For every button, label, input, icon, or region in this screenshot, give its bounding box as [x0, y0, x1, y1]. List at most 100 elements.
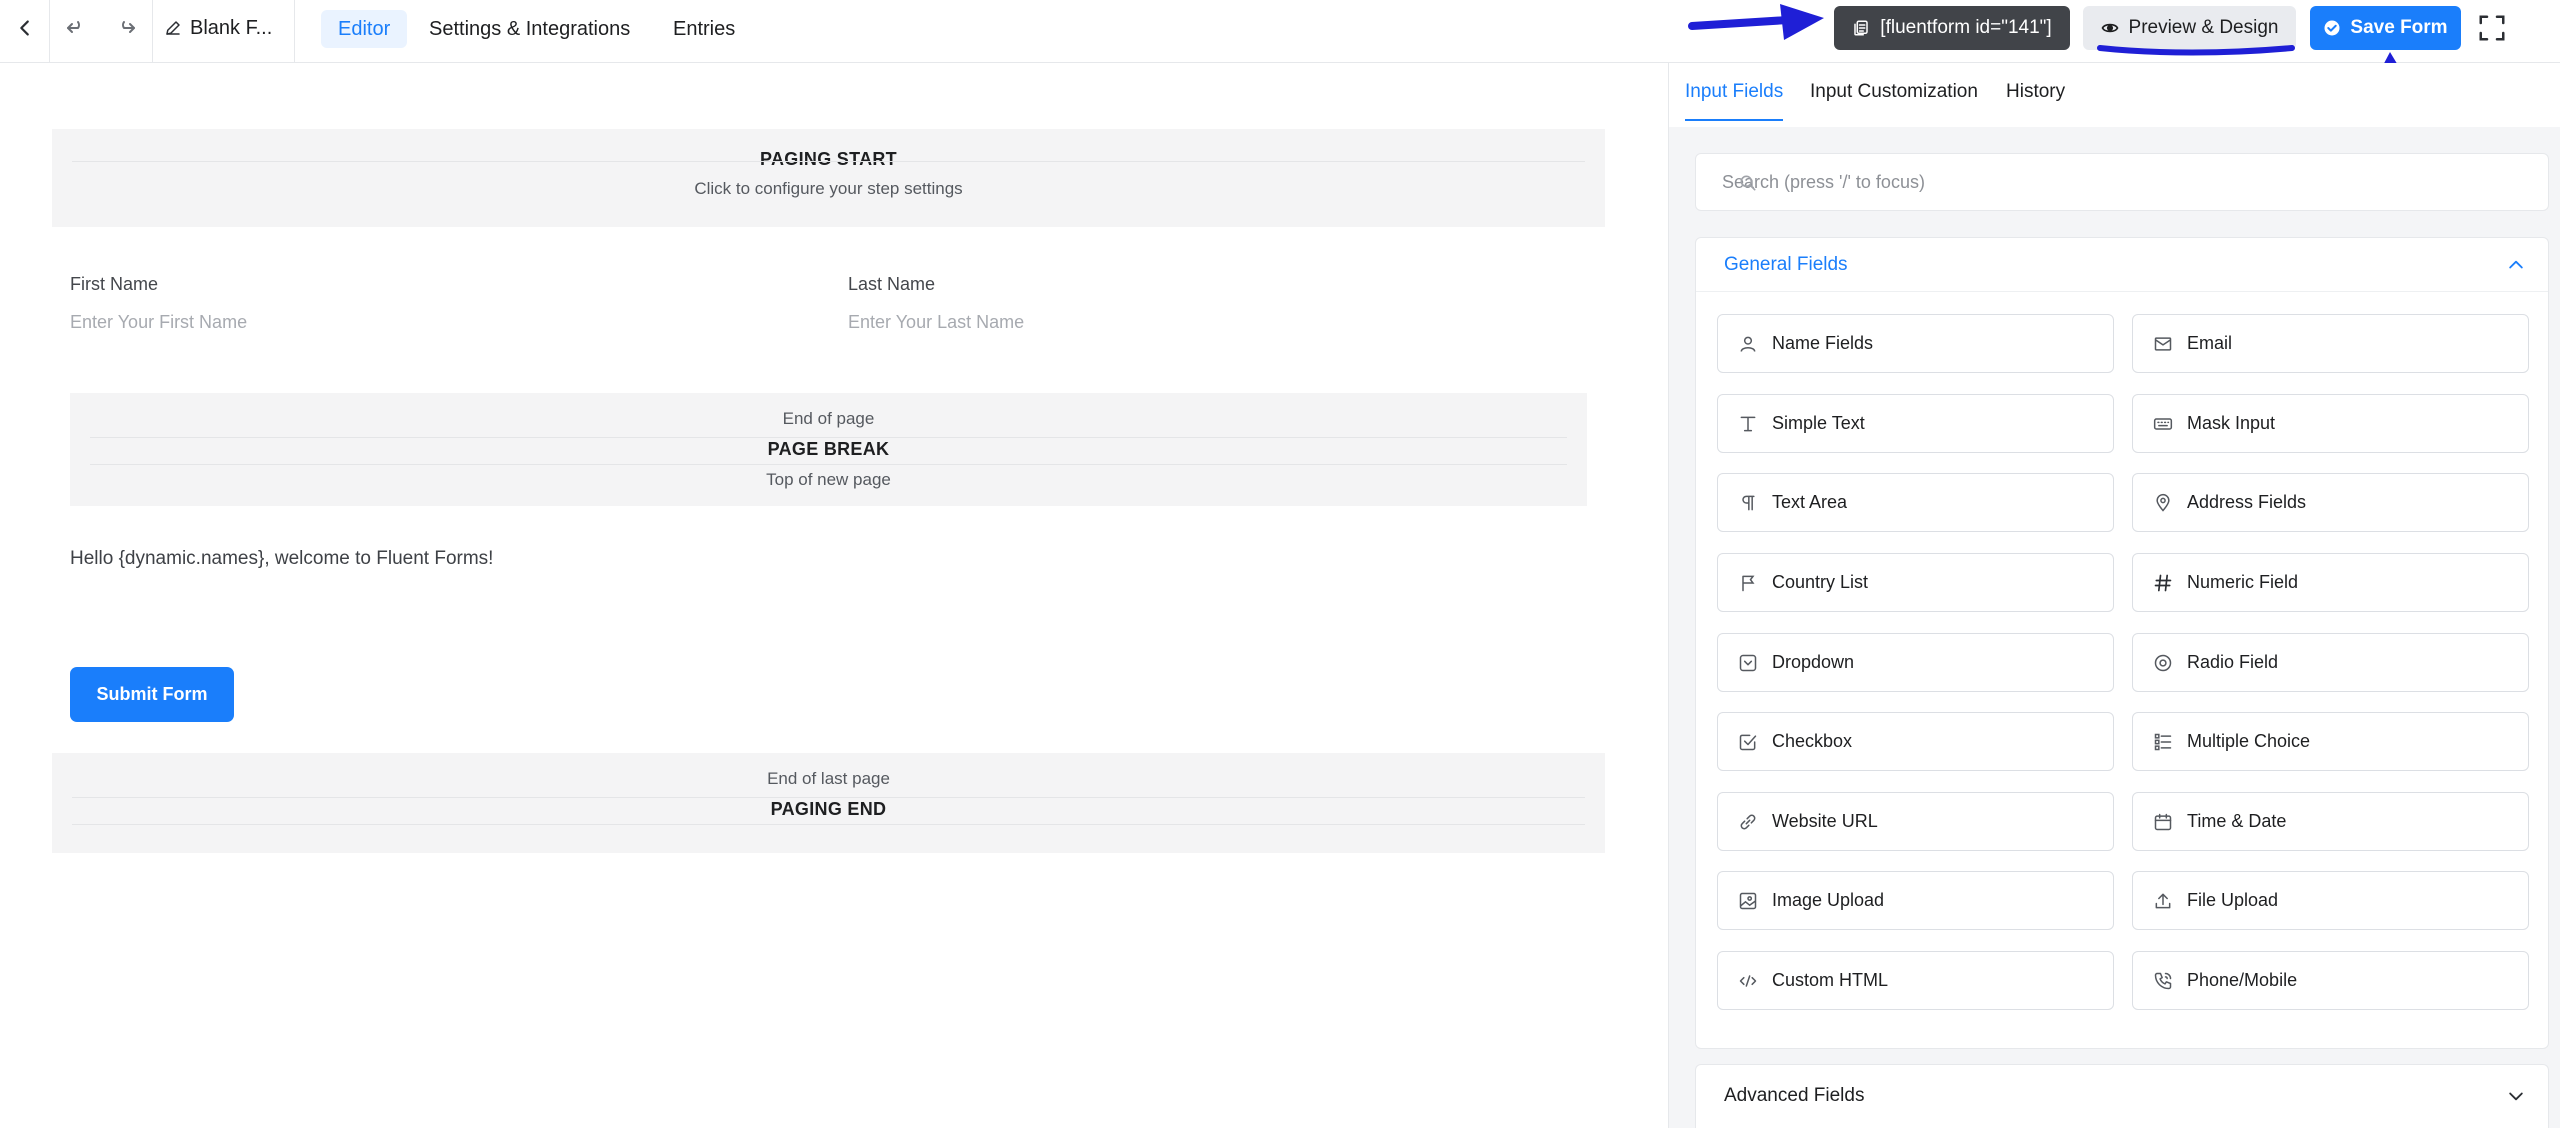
field-label: Text Area	[1772, 492, 1848, 512]
tab-history[interactable]: History	[2006, 81, 2065, 119]
phone-icon	[2154, 972, 2172, 989]
paging-end-top-text: End of last page	[767, 769, 890, 788]
field-time-date[interactable]: Time & Date	[2132, 792, 2529, 851]
advanced-fields-section: Advanced Fields	[1695, 1064, 2549, 1128]
paging-start-block[interactable]: PAGING START Click to configure your ste…	[52, 129, 1605, 227]
field-phone-mobile[interactable]: Phone/Mobile	[2132, 951, 2529, 1010]
sidebar-tabs: Input Fields Input Customization History	[1669, 63, 2560, 127]
field-simple-text[interactable]: Simple Text	[1717, 394, 2114, 453]
general-fields-title: General Fields	[1724, 253, 1848, 275]
save-form-button[interactable]: Save Form	[2310, 6, 2461, 50]
field-name-fields[interactable]: Name Fields	[1717, 314, 2114, 373]
general-fields-header[interactable]: General Fields	[1696, 238, 2548, 292]
custom-html-text[interactable]: Hello {dynamic.names}, welcome to Fluent…	[70, 548, 493, 570]
field-sidebar: Input Fields Input Customization History…	[1668, 63, 2560, 1128]
form-title-text: Blank F...	[190, 16, 273, 39]
page-break-title: PAGE BREAK	[767, 439, 890, 459]
back-button[interactable]	[0, 0, 50, 56]
link-icon	[1740, 814, 1756, 829]
tab-entries[interactable]: Entries	[656, 10, 752, 48]
advanced-fields-header[interactable]: Advanced Fields	[1696, 1065, 2548, 1127]
field-file-upload[interactable]: File Upload	[2132, 871, 2529, 930]
person-icon	[1740, 336, 1756, 352]
field-country-list[interactable]: Country List	[1717, 553, 2114, 612]
field-label: Dropdown	[1772, 652, 1855, 672]
check-circle-icon	[2324, 20, 2340, 36]
search-input[interactable]	[1696, 154, 2548, 210]
search-icon	[1740, 175, 1756, 191]
tab-editor[interactable]: Editor	[321, 10, 408, 48]
page-break-bottom-text: Top of new page	[766, 470, 891, 489]
map-pin-icon	[2156, 493, 2170, 512]
field-mask-input[interactable]: Mask Input	[2132, 394, 2529, 453]
advanced-fields-title: Advanced Fields	[1724, 1085, 1865, 1106]
keyboard-icon	[2153, 417, 2173, 430]
field-label: Numeric Field	[2187, 572, 2299, 592]
general-fields-section: General Fields Name Fields Email Simple …	[1695, 237, 2549, 1049]
form-editor-canvas: PAGING START Click to configure your ste…	[0, 63, 1668, 1128]
form-title[interactable]: Blank F...	[164, 0, 272, 56]
divider	[152, 0, 153, 62]
checkbox-icon	[1739, 734, 1757, 750]
divider	[72, 797, 1585, 798]
field-numeric-field[interactable]: Numeric Field	[2132, 553, 2529, 612]
paragraph-icon	[1742, 495, 1755, 510]
copy-icon	[1854, 20, 1869, 36]
divider	[90, 437, 1567, 438]
paging-start-subtitle: Click to configure your step settings	[694, 179, 963, 198]
submit-form-button[interactable]: Submit Form	[70, 667, 234, 722]
divider	[90, 464, 1567, 465]
field-image-upload[interactable]: Image Upload	[1717, 871, 2114, 930]
code-icon	[1739, 974, 1757, 987]
field-label: Website URL	[1772, 811, 1878, 831]
shortcode-button[interactable]: [fluentform id="141"]	[1834, 6, 2070, 50]
list-icon	[2154, 733, 2172, 750]
text-cursor-icon	[1740, 416, 1756, 431]
last-name-input[interactable]: Enter Your Last Name	[848, 312, 1024, 333]
paging-end-block[interactable]: End of last page PAGING END	[52, 753, 1605, 853]
field-text-area[interactable]: Text Area	[1717, 473, 2114, 532]
undo-button[interactable]	[50, 0, 100, 56]
page-break-top-text: End of page	[782, 409, 875, 428]
tab-settings-integrations[interactable]: Settings & Integrations	[412, 10, 647, 48]
eye-icon	[2101, 23, 2118, 33]
paging-start-title: PAGING START	[760, 149, 897, 169]
preview-design-button[interactable]: Preview & Design	[2083, 6, 2296, 50]
fullscreen-icon	[2479, 15, 2505, 41]
field-label: Phone/Mobile	[2187, 970, 2298, 990]
undo-icon	[67, 21, 80, 33]
divider	[72, 824, 1585, 825]
field-radio-field[interactable]: Radio Field	[2132, 633, 2529, 692]
field-label: Custom HTML	[1772, 970, 1889, 990]
field-label: Email	[2187, 333, 2233, 353]
field-email[interactable]: Email	[2132, 314, 2529, 373]
tab-input-customization[interactable]: Input Customization	[1810, 81, 1978, 119]
first-name-input[interactable]: Enter Your First Name	[70, 312, 247, 333]
field-checkbox[interactable]: Checkbox	[1717, 712, 2114, 771]
field-multiple-choice[interactable]: Multiple Choice	[2132, 712, 2529, 771]
field-label: Checkbox	[1772, 731, 1853, 751]
field-custom-html[interactable]: Custom HTML	[1717, 951, 2114, 1010]
field-label: Image Upload	[1772, 890, 1885, 910]
envelope-icon	[2154, 336, 2172, 351]
field-label: Name Fields	[1772, 333, 1874, 353]
paging-end-title: PAGING END	[770, 799, 887, 819]
field-label: Simple Text	[1772, 413, 1865, 433]
fullscreen-button[interactable]	[2472, 8, 2512, 48]
redo-button[interactable]	[102, 0, 152, 56]
field-website-url[interactable]: Website URL	[1717, 792, 2114, 851]
upload-icon	[2155, 893, 2171, 908]
chevron-down-icon	[2509, 1092, 2523, 1101]
shortcode-label: [fluentform id="141"]	[1880, 17, 2052, 38]
field-dropdown[interactable]: Dropdown	[1717, 633, 2114, 692]
page-break-block[interactable]: End of page PAGE BREAK Top of new page	[70, 393, 1587, 506]
field-search	[1695, 153, 2549, 211]
save-label: Save Form	[2350, 17, 2448, 38]
preview-label: Preview & Design	[2128, 17, 2279, 38]
field-label: Multiple Choice	[2187, 731, 2311, 751]
pencil-icon	[166, 21, 180, 35]
field-address-fields[interactable]: Address Fields	[2132, 473, 2529, 532]
tab-input-fields[interactable]: Input Fields	[1685, 81, 1784, 121]
field-label: Radio Field	[2187, 652, 2279, 672]
field-label: Country List	[1772, 572, 1869, 592]
